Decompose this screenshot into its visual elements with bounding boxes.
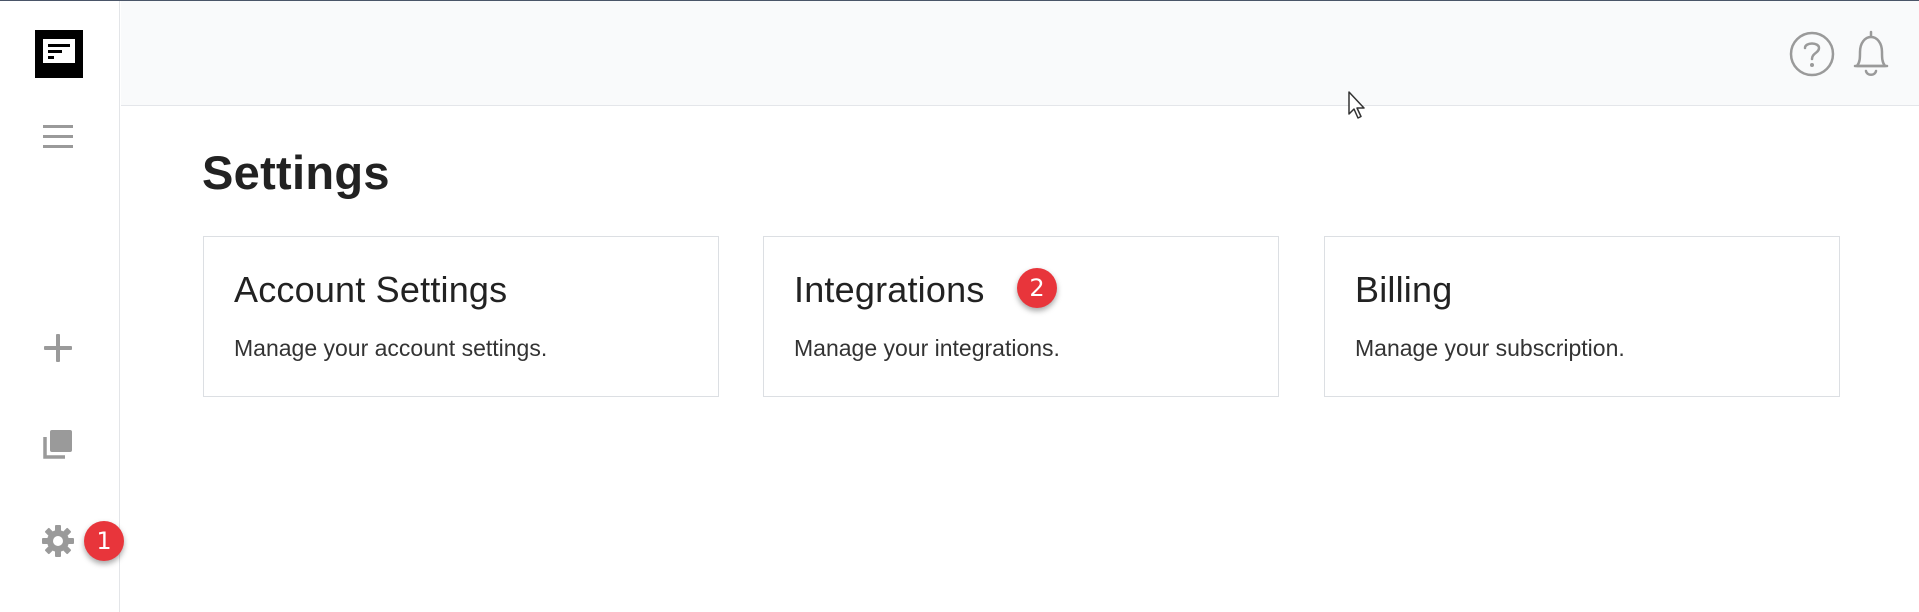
logo-mark-icon (43, 39, 75, 63)
bell-icon (1853, 30, 1889, 76)
question-circle-icon (1789, 31, 1835, 77)
hamburger-menu-button[interactable] (40, 119, 76, 155)
copies-button[interactable] (40, 426, 76, 462)
card-description: Manage your account settings. (234, 335, 548, 361)
integrations-card[interactable]: Integrations Manage your integrations. 2 (763, 236, 1279, 397)
add-button[interactable] (40, 330, 76, 366)
billing-card[interactable]: Billing Manage your subscription. (1324, 236, 1840, 397)
card-description: Manage your subscription. (1355, 335, 1625, 361)
card-title: Account Settings (234, 269, 508, 310)
settings-nav-button[interactable] (40, 523, 76, 559)
step-badge: 1 (84, 521, 124, 561)
account-settings-card[interactable]: Account Settings Manage your account set… (203, 236, 719, 397)
step-badge: 2 (1017, 268, 1057, 308)
card-description: Manage your integrations. (794, 335, 1060, 361)
app-logo[interactable] (35, 30, 83, 78)
card-title: Integrations (794, 269, 985, 310)
stack-icon (43, 430, 72, 459)
hamburger-icon (43, 125, 73, 148)
gear-icon (42, 525, 74, 557)
card-title: Billing (1355, 269, 1453, 310)
notifications-button[interactable] (1846, 28, 1896, 80)
sidebar: 1 (0, 1, 124, 612)
help-button[interactable] (1787, 28, 1837, 80)
top-header (121, 1, 1919, 106)
mouse-cursor-icon (1348, 91, 1365, 119)
plus-icon (44, 334, 72, 362)
page-title: Settings (202, 146, 390, 199)
